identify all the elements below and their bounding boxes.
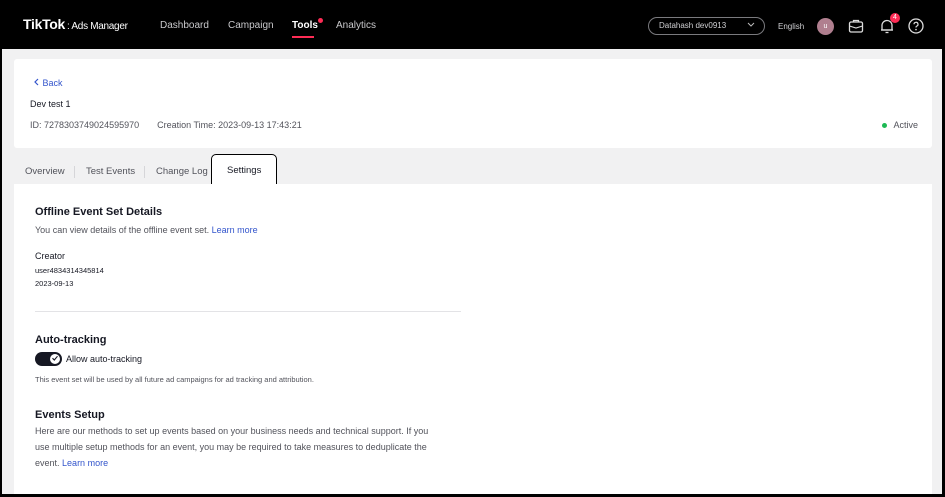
tab-overview[interactable]: Overview xyxy=(25,166,65,177)
events-setup-desc-end: event. xyxy=(35,458,60,468)
creator-label: Creator xyxy=(35,251,66,261)
status-badge: Active xyxy=(882,120,918,130)
events-setup-desc-line: use multiple setup methods for an event,… xyxy=(35,442,427,452)
autotracking-toggle-label: Allow auto-tracking xyxy=(66,354,143,364)
chevron-left-icon xyxy=(33,78,43,88)
section-divider xyxy=(35,311,461,312)
nav-campaign[interactable]: Campaign xyxy=(228,20,274,31)
creator-user: user4834314345814 xyxy=(35,266,104,275)
top-nav: TikTok: Ads Manager Dashboard Campaign T… xyxy=(2,2,942,49)
help-icon[interactable] xyxy=(907,17,925,35)
active-nav-underline xyxy=(292,36,314,38)
settings-panel: Offline Event Set Details You can view d… xyxy=(14,184,932,494)
nav-dashboard[interactable]: Dashboard xyxy=(160,20,209,31)
event-set-meta: ID: 7278303749024595970 Creation Time: 20… xyxy=(30,120,302,130)
language-selector[interactable]: English xyxy=(778,22,804,31)
avatar[interactable]: u xyxy=(817,18,834,35)
event-set-name: Dev test 1 xyxy=(30,99,71,109)
tab-divider xyxy=(144,166,145,178)
tab-bar: Overview Test Events Change Log Settings xyxy=(14,154,932,190)
creator-date: 2023-09-13 xyxy=(35,279,74,288)
status-dot xyxy=(882,123,888,129)
details-desc-text: You can view details of the offline even… xyxy=(35,225,210,235)
details-description: You can view details of the offline even… xyxy=(35,222,258,238)
tab-test-events[interactable]: Test Events xyxy=(86,166,135,177)
tab-change-log[interactable]: Change Log xyxy=(156,166,208,177)
nav-tools-label: Tools xyxy=(292,20,318,31)
creation-time: Creation Time: 2023-09-13 17:43:21 xyxy=(157,120,302,130)
nav-tools[interactable]: Tools xyxy=(292,18,323,31)
events-setup-desc-line-last: event. Learn more xyxy=(35,455,428,471)
status-label: Active xyxy=(893,120,918,130)
notification-badge: 4 xyxy=(890,13,900,23)
briefcase-icon[interactable] xyxy=(847,17,865,35)
check-icon xyxy=(50,354,60,364)
account-selector[interactable]: Datahash dev0913 xyxy=(648,17,765,35)
tab-divider xyxy=(74,166,75,178)
event-set-id: ID: 7278303749024595970 xyxy=(30,120,140,130)
account-name: Datahash dev0913 xyxy=(659,21,727,30)
events-setup-title: Events Setup xyxy=(35,409,105,421)
back-link[interactable]: Back xyxy=(33,78,63,88)
tiktok-ads-logo[interactable]: TikTok: Ads Manager xyxy=(23,16,128,32)
logo-subtext: : Ads Manager xyxy=(67,21,128,32)
events-setup-desc-line: Here are our methods to set up events ba… xyxy=(35,426,429,436)
autotracking-toggle[interactable] xyxy=(35,352,62,366)
logo-text: TikTok xyxy=(23,16,66,32)
events-setup-description: Here are our methods to set up events ba… xyxy=(35,423,428,471)
chevron-down-icon xyxy=(747,20,755,30)
autotracking-hint: This event set will be used by all futur… xyxy=(35,375,314,384)
new-indicator-dot xyxy=(317,18,323,23)
details-title: Offline Event Set Details xyxy=(35,206,163,218)
autotracking-title: Auto-tracking xyxy=(35,334,107,346)
events-setup-learn-more-link[interactable]: Learn more xyxy=(62,458,108,468)
details-learn-more-link[interactable]: Learn more xyxy=(212,225,258,235)
event-set-header: Back Dev test 1 ID: 7278303749024595970 C… xyxy=(14,59,932,148)
back-label: Back xyxy=(42,78,63,88)
app-window: TikTok: Ads Manager Dashboard Campaign T… xyxy=(1,1,943,495)
nav-analytics[interactable]: Analytics xyxy=(336,20,376,31)
